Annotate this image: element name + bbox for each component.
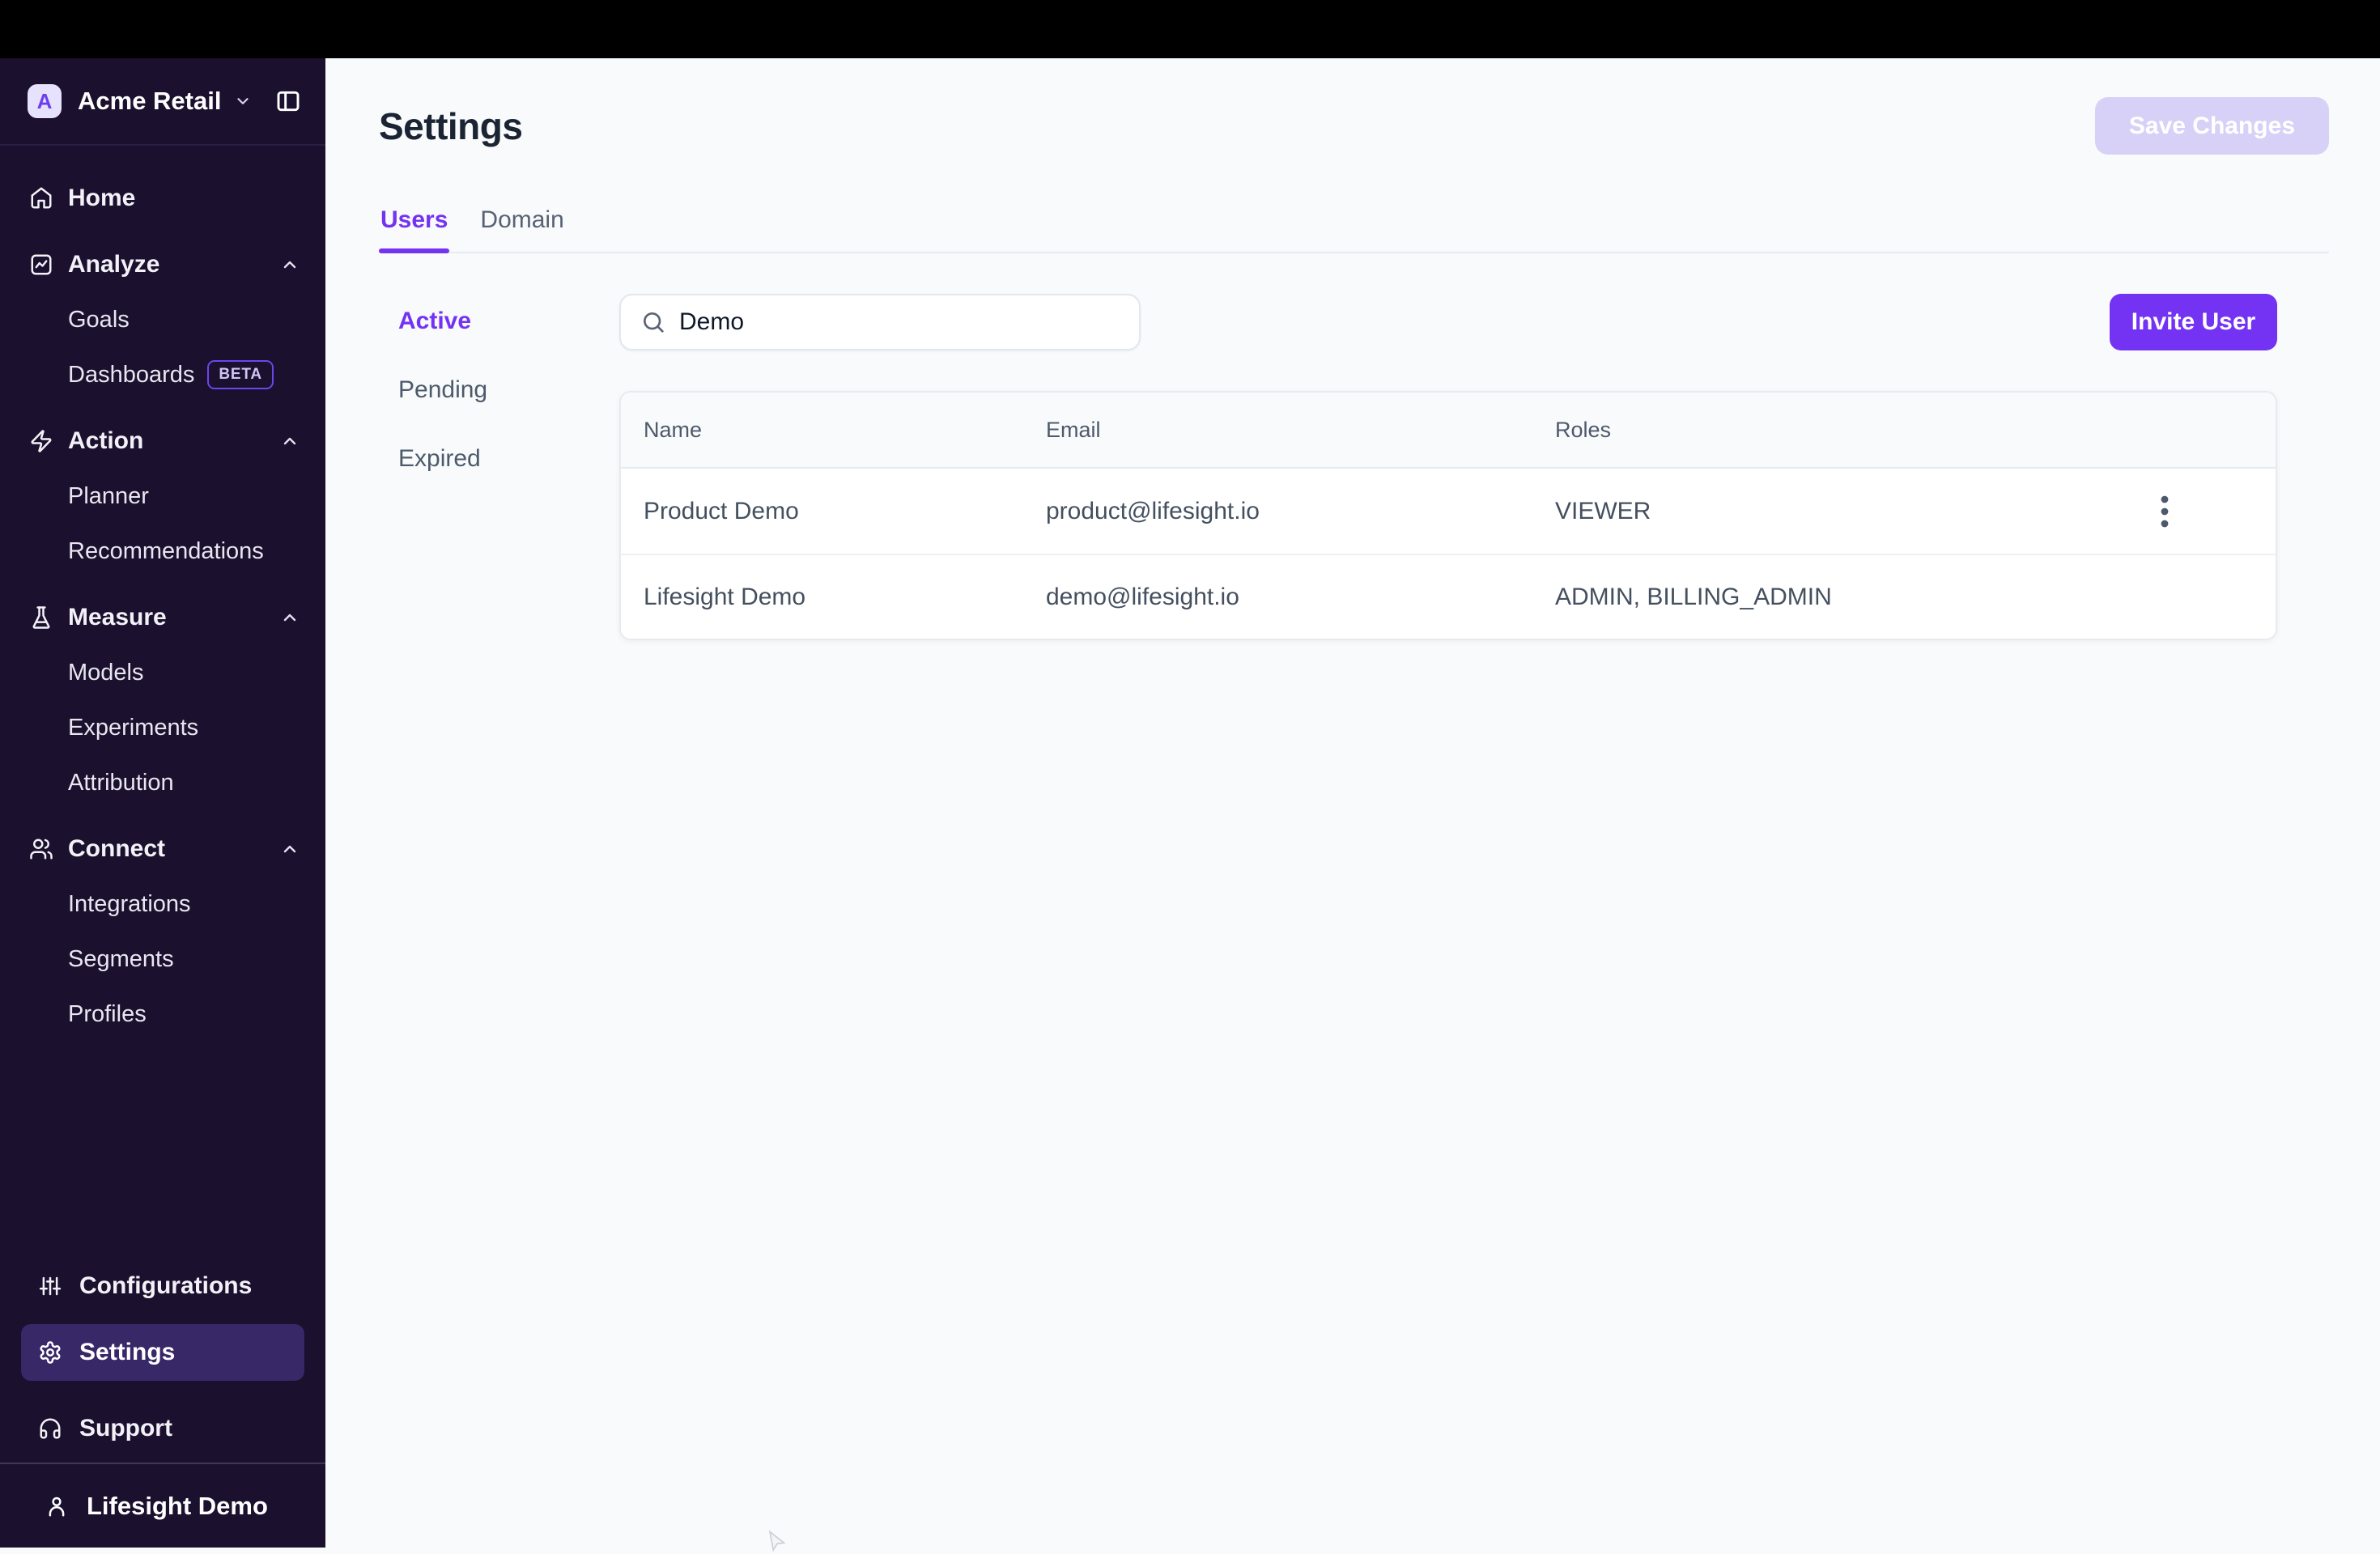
sidebar-item-label: Recommendations <box>68 537 264 564</box>
column-header-email: Email <box>1046 417 1101 442</box>
tab-bar: Users Domain <box>379 206 2329 253</box>
cell-email: demo@lifesight.io <box>1046 583 1239 610</box>
sidebar-item-label: Home <box>68 185 136 211</box>
chevron-up-icon <box>280 255 300 274</box>
user-menu[interactable]: Lifesight Demo <box>0 1463 325 1548</box>
chevron-up-icon <box>280 839 300 859</box>
row-menu-button[interactable] <box>2145 492 2184 531</box>
top-bar <box>0 0 2380 58</box>
chart-frame-icon <box>29 253 53 277</box>
sidebar-item-label: Profiles <box>68 1000 147 1027</box>
sidebar-item-goals[interactable]: Goals <box>0 292 325 347</box>
sidebar-section-label: Action <box>68 427 144 454</box>
sidebar-section-label: Analyze <box>68 251 160 278</box>
sidebar-item-label: Support <box>79 1415 172 1441</box>
gear-icon <box>38 1340 62 1365</box>
user-name: Lifesight Demo <box>87 1491 268 1520</box>
kebab-icon <box>2159 495 2170 529</box>
search-box <box>619 294 1141 350</box>
sidebar-footer: Configurations Settings Support <box>0 1259 325 1463</box>
sidebar-section-measure[interactable]: Measure <box>0 590 325 645</box>
user-icon <box>45 1494 69 1518</box>
workspace-avatar: A <box>28 84 62 118</box>
sidebar-item-home[interactable]: Home <box>0 171 325 226</box>
page-header: Settings Save Changes <box>379 97 2329 155</box>
beta-badge: BETA <box>207 360 274 389</box>
mouse-cursor <box>768 1530 786 1552</box>
tab-users[interactable]: Users <box>379 206 450 253</box>
filter-active[interactable]: Active <box>379 295 619 347</box>
sidebar-item-models[interactable]: Models <box>0 645 325 700</box>
cell-name: Lifesight Demo <box>644 583 806 610</box>
main-content: Settings Save Changes Users Domain Activ… <box>325 58 2380 1548</box>
sidebar-item-label: Dashboards <box>68 361 195 388</box>
tab-domain[interactable]: Domain <box>478 206 565 252</box>
sidebar-item-label: Planner <box>68 482 149 509</box>
sidebar-item-label: Models <box>68 659 144 686</box>
sidebar-nav: Home Analyze Goals Dashboards BETA Actio… <box>0 146 325 1042</box>
invite-user-button[interactable]: Invite User <box>2110 294 2277 350</box>
table-row: Product Demo product@lifesight.io VIEWER <box>621 469 2276 554</box>
sidebar-section-action[interactable]: Action <box>0 414 325 469</box>
sidebar-item-configurations[interactable]: Configurations <box>0 1259 325 1314</box>
app-shell: A Acme Retail Home Analyze Goals Dashboa… <box>0 58 2380 1548</box>
sidebar-section-analyze[interactable]: Analyze <box>0 237 325 292</box>
sidebar-item-dashboards[interactable]: Dashboards BETA <box>0 347 325 402</box>
users-panel: Active Pending Expired Invite User <box>379 294 2329 640</box>
sidebar-section-connect[interactable]: Connect <box>0 822 325 877</box>
users-table-section: Invite User Name Email Roles Product Dem… <box>619 294 2277 640</box>
sidebar-item-label: Goals <box>68 306 130 333</box>
column-header-name: Name <box>644 417 703 442</box>
search-icon <box>640 309 666 335</box>
save-changes-button[interactable]: Save Changes <box>2094 97 2329 155</box>
sidebar-item-label: Experiments <box>68 714 199 741</box>
cell-roles: ADMIN, BILLING_ADMIN <box>1555 583 1832 610</box>
sidebar-item-integrations[interactable]: Integrations <box>0 877 325 932</box>
status-filter-list: Active Pending Expired <box>379 294 619 640</box>
bolt-icon <box>29 429 53 453</box>
table-row: Lifesight Demo demo@lifesight.io ADMIN, … <box>621 554 2276 639</box>
sidebar-item-planner[interactable]: Planner <box>0 469 325 524</box>
chevron-up-icon <box>280 431 300 451</box>
sidebar-section-label: Measure <box>68 604 167 631</box>
table-header-row: Name Email Roles <box>621 393 2276 469</box>
home-icon <box>29 186 53 210</box>
sidebar-item-label: Attribution <box>68 769 174 796</box>
column-header-roles: Roles <box>1555 417 1612 442</box>
panel-toggle-icon[interactable] <box>275 88 301 114</box>
sidebar-item-label: Settings <box>79 1339 176 1365</box>
workspace-name: Acme Retail <box>78 87 222 115</box>
sidebar-item-attribution[interactable]: Attribution <box>0 755 325 810</box>
chevron-up-icon <box>280 608 300 627</box>
sidebar-item-support[interactable]: Support <box>0 1401 325 1456</box>
sidebar-item-segments[interactable]: Segments <box>0 932 325 987</box>
sidebar-item-experiments[interactable]: Experiments <box>0 700 325 755</box>
sidebar-item-label: Configurations <box>79 1272 253 1299</box>
sliders-icon <box>38 1274 62 1298</box>
chevron-down-icon <box>234 92 252 110</box>
flask-icon <box>29 605 53 630</box>
search-input[interactable] <box>679 308 1120 336</box>
sidebar-item-label: Integrations <box>68 890 191 917</box>
cell-email: product@lifesight.io <box>1046 497 1260 524</box>
cell-name: Product Demo <box>644 497 799 524</box>
sidebar-item-profiles[interactable]: Profiles <box>0 987 325 1042</box>
page-title: Settings <box>379 104 523 147</box>
filter-pending[interactable]: Pending <box>379 364 619 416</box>
sidebar-section-label: Connect <box>68 835 165 862</box>
sidebar-item-label: Segments <box>68 945 174 972</box>
workspace-switcher[interactable]: A Acme Retail <box>0 58 325 146</box>
table-toolbar: Invite User <box>619 294 2277 350</box>
headphones-icon <box>38 1416 62 1441</box>
users-table: Name Email Roles Product Demo product@li… <box>619 391 2277 640</box>
sidebar-item-settings[interactable]: Settings <box>21 1324 304 1381</box>
users-icon <box>29 837 53 861</box>
sidebar: A Acme Retail Home Analyze Goals Dashboa… <box>0 58 325 1548</box>
filter-expired[interactable]: Expired <box>379 433 619 485</box>
workspace-initial: A <box>36 88 53 113</box>
sidebar-item-recommendations[interactable]: Recommendations <box>0 524 325 579</box>
